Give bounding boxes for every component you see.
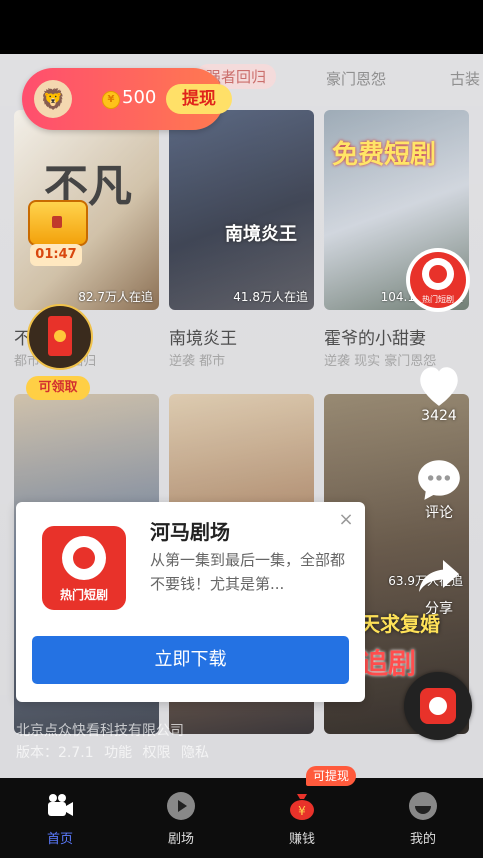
music-disc[interactable] bbox=[404, 672, 472, 740]
nav-label: 首页 bbox=[46, 832, 73, 847]
app-logo: 热门短剧 bbox=[42, 526, 126, 610]
lion-avatar-icon: 🦁 bbox=[34, 80, 72, 118]
claim-label[interactable]: 可领取 bbox=[26, 376, 90, 400]
app-logo-icon: 热门短剧 bbox=[410, 252, 466, 308]
tab-category[interactable]: 豪门恩怨 bbox=[326, 68, 386, 89]
ad-description: 从第一集到最后一集，全部都不要钱！尤其是第... bbox=[150, 551, 346, 593]
poster-text: 追剧 bbox=[360, 647, 417, 680]
nav-earn[interactable]: ¥ 赚钱 bbox=[262, 786, 342, 847]
like-button[interactable]: 3424 bbox=[408, 362, 470, 424]
play-circle-icon bbox=[167, 792, 195, 820]
money-bag-icon: ¥ bbox=[290, 794, 314, 820]
drama-title: 霍爷的小甜妻 bbox=[324, 329, 426, 349]
video-camera-icon bbox=[48, 794, 73, 816]
view-count: 41.8万人在追 bbox=[233, 290, 308, 304]
share-arrow-icon bbox=[419, 560, 459, 592]
svg-text:¥: ¥ bbox=[298, 804, 306, 818]
logo-label: 热门短剧 bbox=[59, 588, 108, 602]
close-icon[interactable]: × bbox=[336, 510, 356, 530]
coin-icon: ¥ bbox=[102, 91, 120, 109]
link-privacy[interactable]: 隐私 bbox=[181, 745, 209, 761]
comment-label: 评论 bbox=[425, 505, 453, 521]
version-text: 版本：2.7.1 bbox=[16, 745, 94, 761]
nav-label: 赚钱 bbox=[288, 832, 315, 847]
author-label: 热门短剧 bbox=[422, 295, 454, 304]
nav-label: 剧场 bbox=[167, 832, 194, 847]
chest-timer: 01:47 bbox=[30, 244, 82, 266]
withdraw-button[interactable]: 提现 bbox=[166, 84, 232, 114]
treasure-chest-widget[interactable]: 01:47 bbox=[24, 196, 88, 270]
like-count: 3424 bbox=[421, 408, 457, 424]
poster-text: 南境炎王 bbox=[225, 224, 297, 245]
tab-category[interactable]: 古装 bbox=[450, 68, 480, 89]
app-download-ad: 热门短剧 河马剧场 从第一集到最后一集，全部都不要钱！尤其是第... × 立即下… bbox=[16, 502, 365, 702]
nav-theater[interactable]: 剧场 bbox=[141, 786, 221, 847]
play-logo-icon bbox=[62, 536, 106, 580]
share-label: 分享 bbox=[425, 601, 453, 617]
view-count: 82.7万人在追 bbox=[78, 290, 153, 304]
treasure-chest-icon bbox=[28, 200, 88, 246]
poster-text: 免费短剧 bbox=[332, 140, 437, 170]
nav-label: 我的 bbox=[409, 832, 436, 847]
nav-home[interactable]: 首页 bbox=[20, 786, 100, 847]
link-functions[interactable]: 功能 bbox=[104, 745, 132, 761]
status-bar bbox=[0, 0, 483, 54]
company-name: 北京点众快看科技有限公司 bbox=[16, 723, 184, 739]
heart-icon bbox=[420, 367, 458, 406]
download-button[interactable]: 立即下载 bbox=[32, 636, 349, 684]
drama-title: 南境炎王 bbox=[169, 329, 237, 349]
nav-mine[interactable]: 我的 bbox=[383, 786, 463, 847]
comment-bubble-icon bbox=[418, 460, 460, 500]
app-logo-icon bbox=[420, 688, 456, 724]
share-button[interactable]: 分享 bbox=[408, 554, 470, 618]
withdraw-badge: 可提现 bbox=[306, 766, 356, 786]
author-avatar[interactable]: 热门短剧 bbox=[406, 248, 470, 312]
footer-links: 版本：2.7.1 功能 权限 隐私 bbox=[16, 742, 215, 762]
ad-app-name: 河马剧场 bbox=[150, 520, 230, 544]
coin-amount: 500 bbox=[122, 87, 157, 108]
drama-poster: 南境炎王 41.8万人在追 bbox=[169, 110, 314, 310]
link-permissions[interactable]: 权限 bbox=[143, 745, 171, 761]
red-envelope-icon bbox=[27, 304, 93, 370]
comment-button[interactable]: 评论 bbox=[408, 456, 470, 522]
bottom-nav: 首页 剧场 ¥ 赚钱 我的 bbox=[0, 778, 483, 858]
profile-icon bbox=[409, 792, 437, 820]
coin-balance-pill[interactable]: 🦁 ¥ 500 提现 bbox=[22, 68, 232, 130]
drama-tags: 逆袭 都市 bbox=[169, 354, 226, 369]
red-envelope-widget[interactable]: 可领取 bbox=[26, 304, 93, 402]
